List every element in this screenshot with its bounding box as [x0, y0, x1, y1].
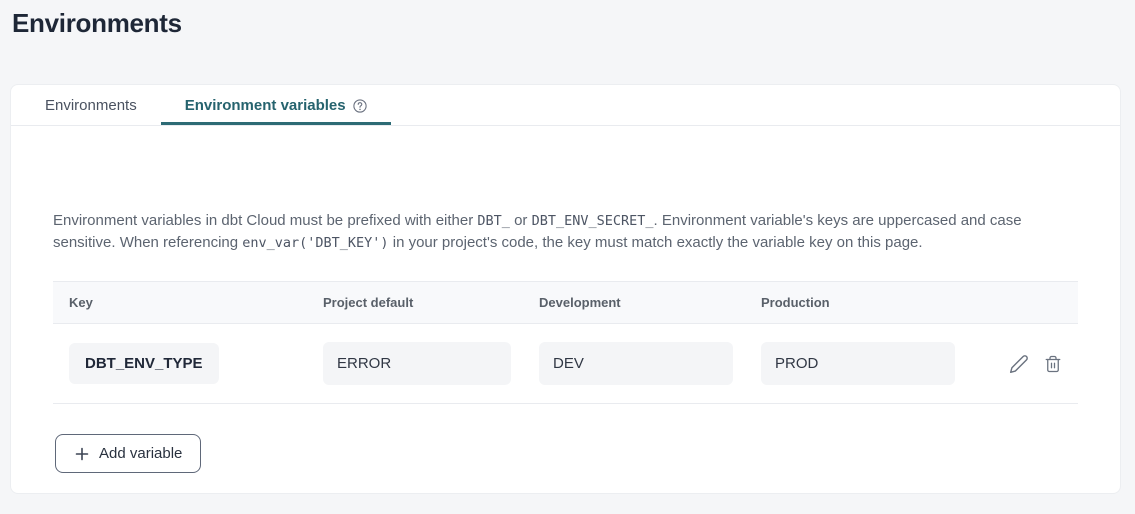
- production-value: PROD: [761, 342, 955, 385]
- tab-environment-variables[interactable]: Environment variables: [161, 85, 391, 125]
- code-dbt-env-secret-prefix: DBT_ENV_SECRET_: [532, 213, 654, 229]
- row-actions: [967, 354, 1078, 374]
- code-dbt-prefix: DBT_: [477, 213, 510, 229]
- column-header-production: Production: [745, 295, 967, 310]
- code-env-var-example: env_var('DBT_KEY'): [242, 235, 388, 251]
- tab-bar: Environments Environment variables: [11, 85, 1120, 126]
- variable-key-pill: DBT_ENV_TYPE: [69, 343, 219, 384]
- edit-variable-button[interactable]: [1009, 354, 1029, 374]
- column-header-key: Key: [53, 295, 307, 310]
- description-part: or: [510, 212, 532, 229]
- description-text: Environment variables in dbt Cloud must …: [53, 210, 1078, 254]
- description-part: Environment variables in dbt Cloud must …: [53, 212, 477, 229]
- column-header-development: Development: [523, 295, 745, 310]
- development-value: DEV: [539, 342, 733, 385]
- variable-key-cell: DBT_ENV_TYPE: [53, 355, 307, 373]
- environment-variables-table: Key Project default Development Producti…: [53, 281, 1078, 404]
- add-variable-button[interactable]: Add variable: [55, 434, 201, 473]
- column-header-project-default: Project default: [307, 295, 523, 310]
- tab-environments[interactable]: Environments: [21, 85, 161, 125]
- tab-environments-label: Environments: [45, 97, 137, 114]
- page-title: Environments: [12, 8, 1135, 39]
- trash-icon: [1044, 355, 1062, 373]
- table-row: DBT_ENV_TYPE ERROR DEV PROD: [53, 324, 1078, 404]
- add-variable-label: Add variable: [99, 445, 182, 462]
- project-default-value: ERROR: [323, 342, 511, 385]
- development-cell: DEV: [523, 342, 745, 385]
- environments-card: Environments Environment variables Envir…: [10, 84, 1121, 494]
- production-cell: PROD: [745, 342, 967, 385]
- plus-icon: [74, 446, 90, 462]
- project-default-cell: ERROR: [307, 342, 523, 385]
- tab-environment-variables-label: Environment variables: [185, 97, 346, 114]
- description-part: in your project's code, the key must mat…: [389, 234, 923, 251]
- table-header-row: Key Project default Development Producti…: [53, 281, 1078, 324]
- delete-variable-button[interactable]: [1044, 355, 1062, 373]
- help-circle-icon[interactable]: [353, 99, 367, 113]
- edit-pencil-icon: [1009, 354, 1029, 374]
- tab-panel-environment-variables: Environment variables in dbt Cloud must …: [11, 210, 1120, 473]
